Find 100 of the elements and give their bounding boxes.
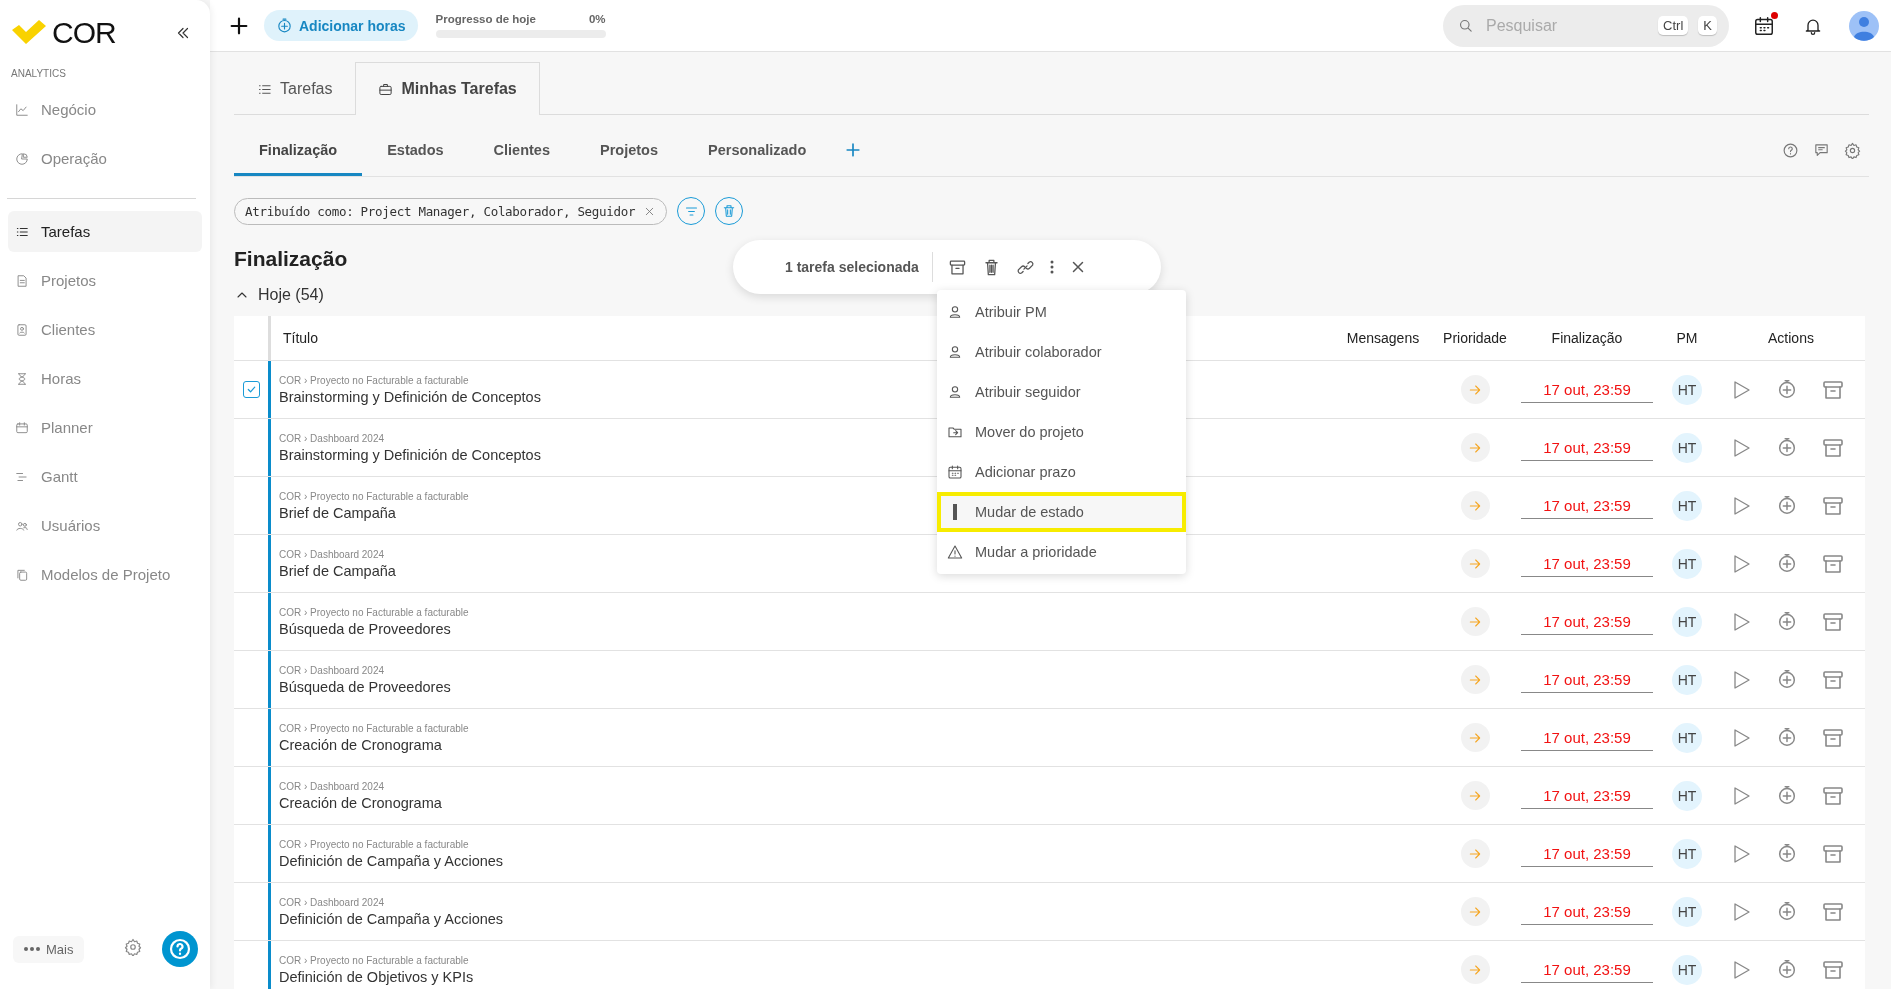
task-title[interactable]: Búsqueda de Proveedores	[279, 678, 451, 695]
stopwatch-icon	[1776, 899, 1798, 922]
help-icon	[168, 936, 192, 962]
breadcrumb: COR › Proyecto no Facturable a facturable	[279, 606, 469, 618]
pm-avatar: HT	[1672, 432, 1702, 463]
person-icon	[947, 304, 963, 320]
kebab-icon	[1049, 260, 1054, 274]
chart-icon	[15, 102, 29, 117]
sidebar-item[interactable]: Projetos	[8, 260, 202, 301]
view-tab[interactable]: Projetos	[575, 124, 684, 176]
view-tab[interactable]: Clientes	[468, 124, 575, 176]
view-tab[interactable]: Finalização	[234, 124, 363, 176]
stopwatch-icon	[1776, 377, 1798, 400]
pie-chart-icon	[15, 151, 29, 166]
folder-icon	[947, 424, 963, 440]
pm-avatar: HT	[1672, 490, 1702, 521]
pm-avatar: HT	[1672, 664, 1702, 695]
menu-item[interactable]: Mover do projeto	[937, 412, 1186, 452]
avatar[interactable]	[1849, 10, 1879, 41]
sidebar-item[interactable]: Planner	[8, 407, 202, 448]
more-button[interactable]: Mais	[13, 935, 85, 963]
document-icon	[15, 273, 29, 288]
planner-icon	[15, 420, 29, 435]
person-icon	[947, 384, 963, 400]
sidebar-item[interactable]: Modelos de Projeto	[8, 554, 202, 595]
more-options-button[interactable]	[1049, 260, 1054, 274]
task-title[interactable]: Definición de Objetivos y KPIs	[279, 968, 474, 985]
menu-item[interactable]: Adicionar prazo	[937, 452, 1186, 492]
breadcrumb: COR › Dashboard 2024	[279, 548, 385, 560]
calendar-icon	[947, 464, 963, 480]
stopwatch-icon	[1776, 493, 1798, 516]
sidebar-item[interactable]: Horas	[8, 358, 202, 399]
checkbox[interactable]	[242, 381, 260, 398]
stopwatch-icon	[276, 17, 293, 34]
due-date[interactable]: 17 out, 23:59	[1521, 782, 1653, 809]
id-card-icon	[15, 322, 29, 337]
tab[interactable]: Tarefas	[234, 62, 356, 115]
shortcut-key: K	[1698, 16, 1717, 35]
due-date[interactable]: 17 out, 23:59	[1521, 550, 1653, 577]
task-title[interactable]: Creación de Cronograma	[279, 794, 442, 811]
sidebar-item[interactable]: Operação	[8, 138, 202, 179]
task-title[interactable]: Definición de Campaña y Acciones	[279, 910, 504, 927]
search-bar[interactable]: Pesquisar Ctrl K	[1443, 4, 1729, 47]
stopwatch-icon	[1776, 841, 1798, 864]
breadcrumb: COR › Proyecto no Facturable a facturable	[279, 722, 469, 734]
copy-icon	[15, 567, 29, 582]
group-toggle[interactable]: Hoje (54)	[234, 286, 324, 304]
task-title[interactable]: Brief de Campaña	[279, 504, 396, 521]
menu-item[interactable]: Atribuir seguidor	[937, 372, 1186, 412]
due-date[interactable]: 17 out, 23:59	[1521, 434, 1653, 461]
column-header: Actions	[1767, 330, 1815, 346]
column-header: PM	[1675, 330, 1699, 346]
breadcrumb: COR › Proyecto no Facturable a facturable	[279, 374, 469, 386]
search-icon	[1457, 17, 1474, 34]
breadcrumb: COR › Dashboard 2024	[279, 780, 385, 792]
task-title[interactable]: Búsqueda de Proveedores	[279, 620, 451, 637]
breadcrumb: COR › Proyecto no Facturable a facturable	[279, 838, 469, 850]
section-heading: Finalização	[234, 247, 348, 271]
hourglass-icon	[15, 371, 29, 386]
due-date[interactable]: 17 out, 23:59	[1521, 724, 1653, 751]
person-icon	[947, 344, 963, 360]
help-icon	[1782, 141, 1799, 159]
help-button[interactable]	[162, 931, 198, 967]
view-tab[interactable]: Personalizado	[683, 124, 832, 176]
tab[interactable]: Minhas Tarefas	[355, 62, 540, 115]
stopwatch-icon	[1776, 609, 1798, 632]
pm-avatar: HT	[1672, 606, 1702, 637]
due-date[interactable]: 17 out, 23:59	[1521, 666, 1653, 693]
task-title[interactable]: Definición de Campaña y Acciones	[279, 852, 504, 869]
sidebar-item[interactable]: Gantt	[8, 456, 202, 497]
sidebar-item[interactable]: Negócio	[8, 89, 202, 130]
task-title[interactable]: Brief de Campaña	[279, 562, 396, 579]
view-tab[interactable]: Estados	[362, 124, 469, 176]
due-date[interactable]: 17 out, 23:59	[1521, 840, 1653, 867]
due-date[interactable]: 17 out, 23:59	[1521, 608, 1653, 635]
shortcut-key: Ctrl	[1658, 16, 1689, 35]
column-header: Finalização	[1550, 330, 1624, 346]
task-title[interactable]: Creación de Cronograma	[279, 736, 442, 753]
progress-label: Progresso de hoje	[435, 13, 536, 25]
pm-avatar: HT	[1672, 722, 1702, 753]
stopwatch-icon	[1776, 957, 1798, 980]
due-date[interactable]: 17 out, 23:59	[1521, 956, 1653, 983]
task-title[interactable]: Brainstorming y Definición de Conceptos	[279, 388, 541, 405]
sidebar-item[interactable]: Usuários	[8, 505, 202, 546]
menu-item[interactable]: Mudar de estado	[937, 492, 1186, 532]
task-title[interactable]: Brainstorming y Definición de Conceptos	[279, 446, 541, 463]
breadcrumb: COR › Dashboard 2024	[279, 664, 385, 676]
sidebar-item[interactable]: Clientes	[8, 309, 202, 350]
menu-item[interactable]: Mudar a prioridade	[937, 532, 1186, 572]
due-date[interactable]: 17 out, 23:59	[1521, 492, 1653, 519]
selection-count: 1 tarefa selecionada	[785, 252, 933, 282]
sidebar-item[interactable]: Tarefas	[8, 211, 202, 252]
due-date[interactable]: 17 out, 23:59	[1521, 376, 1653, 403]
search-field[interactable]: Pesquisar	[1484, 15, 1649, 36]
pm-avatar: HT	[1672, 374, 1702, 405]
briefcase-icon	[378, 81, 394, 97]
breadcrumb: COR › Dashboard 2024	[279, 896, 385, 908]
settings-icon	[124, 938, 142, 956]
due-date[interactable]: 17 out, 23:59	[1521, 898, 1653, 925]
check-icon	[245, 384, 257, 395]
